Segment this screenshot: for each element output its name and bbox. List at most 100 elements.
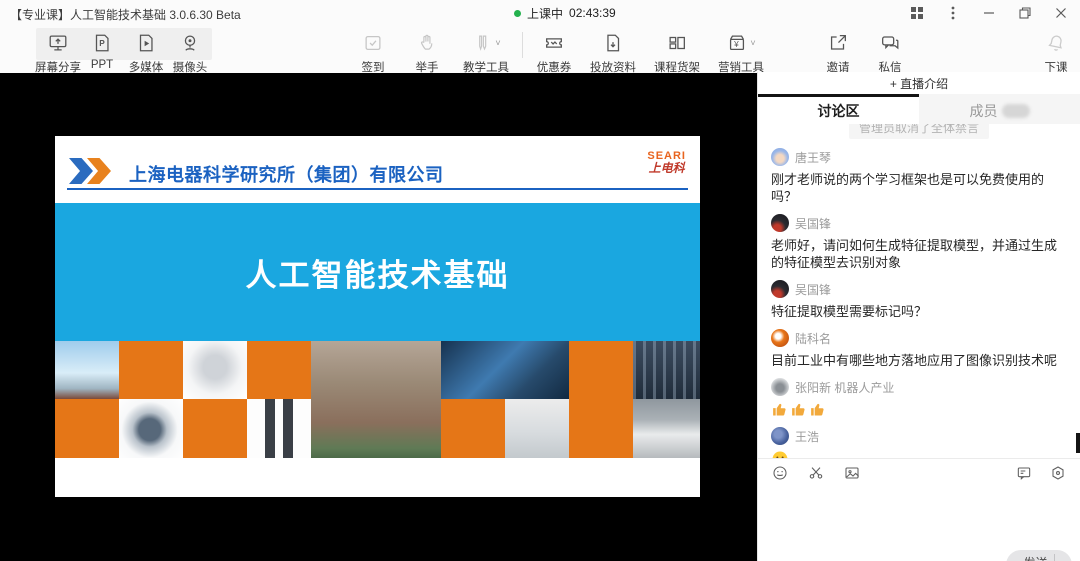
teaching-group: 签到 举手 ˅ 教学工具 优惠券	[346, 28, 773, 75]
title-bar: 【专业课】人工智能技术基础 3.0.6.30 Beta 上课中 02:43:39	[0, 0, 1080, 26]
teaching-tools-icon: ˅	[471, 28, 500, 58]
coupon-button[interactable]: 优惠券	[527, 28, 581, 75]
end-class-button[interactable]: 下课	[1032, 28, 1080, 75]
screenshot-scissors-button[interactable]	[808, 465, 824, 481]
kissing-face-emoji	[771, 450, 1067, 458]
minimize-button[interactable]	[976, 2, 1002, 24]
tile-wind-turbine-photo	[55, 341, 119, 399]
slide-title: 人工智能技术基础	[246, 250, 510, 295]
tile-orange	[569, 399, 633, 458]
tab-members[interactable]: 成员	[919, 94, 1080, 124]
chat-message: 王浩	[771, 427, 1067, 458]
sender-name: 吴国锋	[795, 215, 831, 232]
svg-text:P: P	[99, 39, 105, 48]
message-text: 目前工业中有哪些地方落地应用了图像识别技术呢	[771, 352, 1067, 369]
tile-orange	[247, 341, 311, 399]
chat-message: 陆科名 目前工业中有哪些地方落地应用了图像识别技术呢	[771, 329, 1067, 369]
check-in-icon	[362, 28, 384, 58]
seari-logo-cn: 上电科	[647, 162, 686, 175]
window-title: 【专业课】人工智能技术基础 3.0.6.30 Beta	[10, 6, 241, 23]
direct-message-button[interactable]: 私信	[864, 28, 916, 75]
thumbs-up-icon	[809, 401, 826, 418]
chat-scrollbar[interactable]	[1076, 433, 1080, 453]
dropdown-caret-icon: ˅	[750, 38, 755, 48]
chevron-logo-icon	[69, 158, 111, 184]
check-in-button[interactable]: 签到	[346, 28, 400, 75]
message-text: 老师好，请问如何生成特征提取模型，并通过生成的特征模型去识别对象	[771, 237, 1067, 271]
tile-robot-photo	[183, 341, 247, 399]
close-button[interactable]	[1048, 2, 1074, 24]
tile-circuit-breaker-photo	[247, 399, 311, 458]
sender-name: 张阳新 机器人产业	[795, 379, 894, 396]
live-status: 上课中 02:43:39	[514, 0, 616, 26]
slide-title-band: 人工智能技术基础	[55, 203, 700, 341]
tab-discussion[interactable]: 讨论区	[758, 94, 919, 124]
system-notice: 管理员取消了全体禁言	[849, 124, 989, 139]
tab-members-label: 成员	[970, 101, 998, 121]
multimedia-icon	[135, 28, 157, 58]
tile-orange	[441, 399, 505, 458]
raise-hand-button[interactable]: 举手	[400, 28, 454, 75]
send-label: 发送	[1023, 554, 1047, 561]
photo-checkerboard	[55, 341, 700, 458]
tile-motor-photo	[119, 399, 183, 458]
end-class-icon	[1045, 28, 1067, 58]
chat-notice-button[interactable]	[1016, 465, 1032, 481]
layout-grid-button[interactable]	[904, 2, 930, 24]
restore-button[interactable]	[1012, 2, 1038, 24]
avatar	[771, 280, 789, 298]
live-dot-icon	[514, 10, 521, 17]
sender-name: 吴国锋	[795, 281, 831, 298]
header-rule	[67, 188, 688, 190]
thumbs-up-x3-emoji	[771, 401, 1067, 418]
kissing-face-icon	[771, 450, 789, 458]
communication-group: 邀请 私信	[812, 28, 916, 75]
tile-orange	[183, 399, 247, 458]
course-shelf-button[interactable]: 课程货架	[645, 28, 709, 75]
more-menu-button[interactable]	[940, 2, 966, 24]
image-button[interactable]	[844, 465, 860, 481]
invite-button[interactable]: 邀请	[812, 28, 864, 75]
chat-settings-button[interactable]	[1050, 465, 1066, 481]
ppt-button[interactable]: P PPT	[80, 28, 124, 75]
panel-tabs: 讨论区 成员	[758, 94, 1080, 124]
message-input[interactable]	[758, 488, 1080, 548]
tile-orange	[569, 341, 633, 399]
tile-solar-panel-photo	[441, 341, 569, 399]
dropdown-caret-icon: ˅	[495, 38, 500, 48]
app-window: 【专业课】人工智能技术基础 3.0.6.30 Beta 上课中 02:43:39	[0, 0, 1080, 561]
avatar	[771, 427, 789, 445]
live-timer: 02:43:39	[569, 6, 616, 20]
invite-icon	[827, 28, 849, 58]
camera-button[interactable]: 摄像头	[168, 28, 212, 75]
slide: 上海电器科学研究所（集团）有限公司 SEARI 上电科 人工智能技术基础	[55, 136, 700, 497]
side-panel: + 直播介绍 讨论区 成员 管理员取消了全体禁言 唐王琴 刚才老师说的两个学习框…	[757, 72, 1080, 561]
sender-name: 王浩	[795, 428, 819, 445]
tile-car-photo	[633, 399, 700, 458]
materials-button[interactable]: 投放资料	[581, 28, 645, 75]
tab-discussion-label: 讨论区	[818, 101, 860, 121]
composer-toolbar	[758, 459, 1080, 487]
chat-message-list[interactable]: 管理员取消了全体禁言 唐王琴 刚才老师说的两个学习框架也是可以免费使用的吗？ 吴…	[758, 124, 1080, 458]
ppt-icon: P	[91, 28, 113, 58]
chat-message: 张阳新 机器人产业	[771, 378, 1067, 418]
avatar	[771, 378, 789, 396]
screen-share-button[interactable]: 屏幕分享	[36, 28, 80, 75]
send-button[interactable]: 发送	[1006, 550, 1072, 561]
live-status-label: 上课中	[527, 5, 563, 22]
marketing-tools-button[interactable]: ¥ ˅ 营销工具	[709, 28, 773, 75]
toolbar-divider	[522, 32, 523, 58]
tile-server-rack-photo	[633, 341, 700, 399]
seari-logo: SEARI 上电科	[647, 150, 686, 175]
avatar	[771, 214, 789, 232]
tile-lab-room-photo	[505, 399, 569, 458]
live-intro-tab[interactable]: + 直播介绍	[758, 72, 1080, 94]
member-count-blurred	[1002, 104, 1030, 118]
emoji-button[interactable]	[772, 465, 788, 481]
materials-icon	[602, 28, 624, 58]
main-toolbar: 屏幕分享 P PPT 多媒体 摄像头	[0, 26, 1080, 73]
send-divider	[1054, 554, 1055, 561]
multimedia-button[interactable]: 多媒体	[124, 28, 168, 75]
teaching-tools-button[interactable]: ˅ 教学工具	[454, 28, 518, 75]
sender-name: 唐王琴	[795, 149, 831, 166]
